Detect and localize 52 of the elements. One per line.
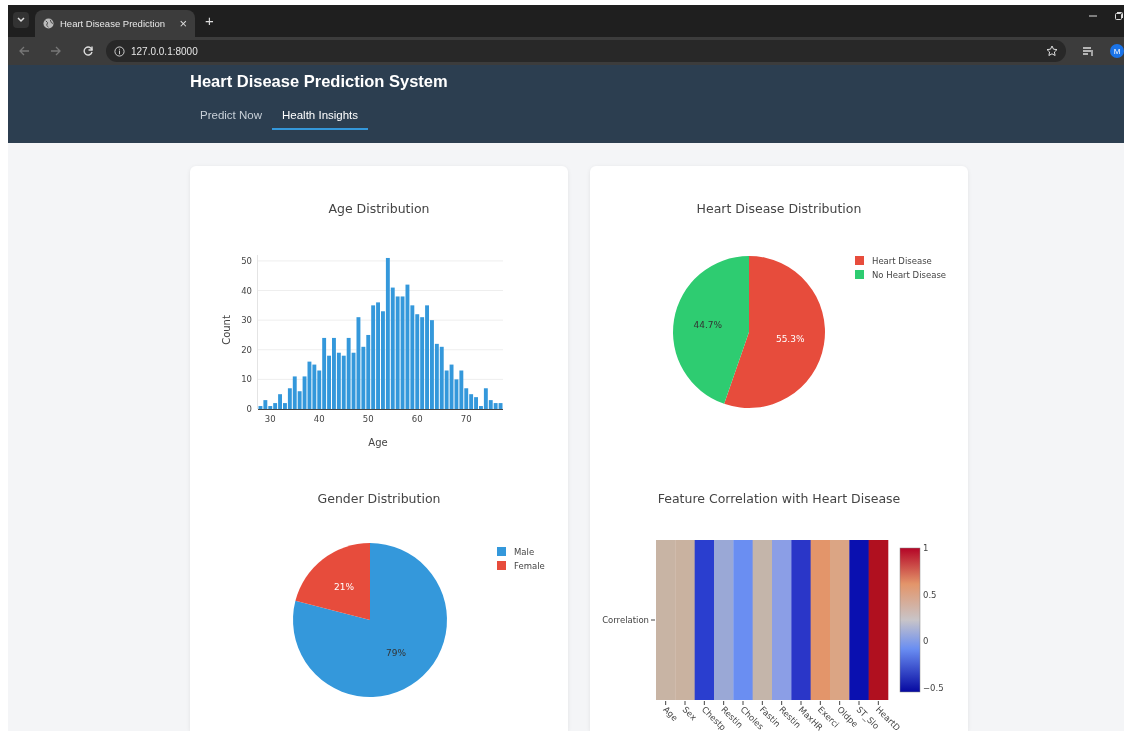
- axis-tick-label: 70: [460, 414, 472, 424]
- forward-icon[interactable]: [50, 45, 62, 57]
- profile-avatar[interactable]: M: [1110, 44, 1124, 58]
- axis-tick-label: 60: [411, 414, 423, 424]
- slice-label: 79%: [385, 648, 406, 659]
- tab-title: Heart Disease Prediction: [60, 18, 167, 29]
- url-text: 127.0.0.1:8000: [131, 45, 199, 57]
- new-tab-button[interactable]: +: [205, 12, 214, 29]
- legend-label[interactable]: Male: [514, 547, 535, 557]
- close-tab-button[interactable]: ×: [179, 16, 187, 31]
- slice-label: 44.7%: [693, 320, 723, 331]
- nav-tab[interactable]: Predict Now: [190, 105, 272, 130]
- info-icon[interactable]: [114, 45, 125, 57]
- axis-tick-label: Age: [661, 704, 680, 724]
- axis-tick-label: 40: [241, 285, 252, 296]
- star-icon[interactable]: [1046, 45, 1058, 57]
- colorbar-tick-label: 0: [923, 636, 929, 647]
- browser-tab[interactable]: Heart Disease Prediction ×: [35, 10, 195, 37]
- axis-tick-label: Sex: [680, 704, 699, 723]
- axis-tick-label: 50: [362, 414, 374, 424]
- legend-label[interactable]: Heart Disease: [872, 256, 932, 266]
- axis-tick-label: Correlation: [602, 615, 649, 625]
- axis-tick-label: 20: [241, 344, 252, 355]
- tab-list-button[interactable]: [13, 12, 29, 28]
- axis-tick-label: 30: [264, 414, 276, 424]
- address-bar[interactable]: 127.0.0.1:8000: [106, 40, 1066, 62]
- globe-icon: [43, 18, 54, 29]
- app-title: Heart Disease Prediction System: [190, 71, 448, 91]
- axis-tick-label: 30: [241, 315, 252, 326]
- slice-label: 55.3%: [775, 333, 805, 344]
- legend-label[interactable]: No Heart Disease: [872, 270, 947, 280]
- colorbar-tick-label: −0.5: [923, 683, 944, 693]
- colorbar-tick-label: 1: [923, 543, 929, 553]
- axis-title: Age: [368, 437, 388, 448]
- axis-tick-label: 10: [241, 374, 252, 385]
- reload-icon[interactable]: [82, 45, 94, 57]
- restore-icon[interactable]: [1114, 11, 1124, 21]
- colorbar-tick-label: 0.5: [923, 589, 937, 600]
- chart-title: Heart Disease Distribution: [696, 201, 862, 216]
- slice-label: 21%: [334, 581, 355, 592]
- legend-label[interactable]: Female: [514, 561, 545, 571]
- axis-tick-label: 0: [246, 404, 252, 414]
- chart-title: Age Distribution: [328, 201, 430, 216]
- back-icon[interactable]: [18, 45, 30, 57]
- nav-tab[interactable]: Health Insights: [272, 105, 369, 130]
- axis-tick-label: 40: [313, 414, 325, 424]
- reading-list-icon[interactable]: [1082, 45, 1094, 57]
- chart-title: Gender Distribution: [317, 491, 441, 506]
- axis-title: Count: [221, 315, 232, 345]
- chart-title: Feature Correlation with Heart Disease: [657, 491, 901, 506]
- axis-tick-label: 50: [241, 255, 252, 266]
- caret-icon: [17, 17, 25, 23]
